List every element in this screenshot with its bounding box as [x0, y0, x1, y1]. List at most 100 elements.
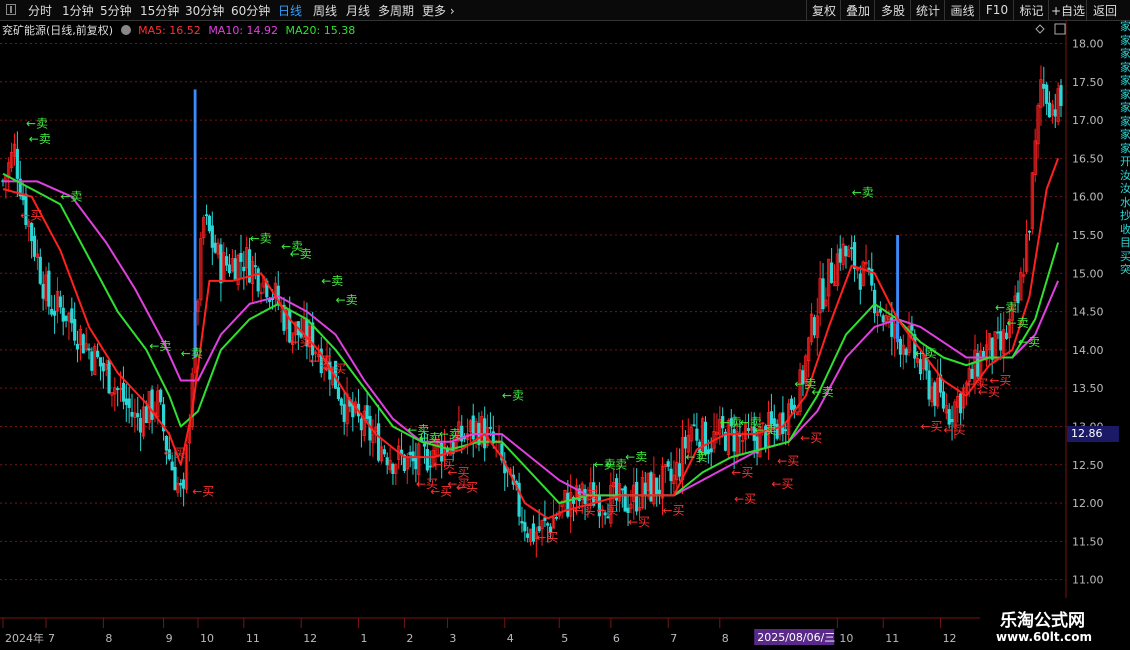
x-tick-label: 2024年	[5, 631, 44, 645]
candle-body	[732, 429, 736, 452]
candle-body	[852, 242, 857, 269]
candle-body	[53, 310, 57, 316]
toolbar-button-7[interactable]: +自选	[1048, 0, 1087, 20]
candle-body	[623, 486, 627, 512]
candle-body	[626, 507, 630, 514]
panel-toggle-icon[interactable]	[6, 4, 16, 15]
y-tick-label: 12.50	[1072, 459, 1104, 472]
candle-body	[336, 387, 341, 400]
candle-body	[990, 337, 994, 360]
y-tick-label: 13.50	[1072, 382, 1104, 395]
buy-signal-label: ←买	[447, 465, 469, 479]
candle-body	[182, 479, 186, 489]
strip-char: 目	[1120, 236, 1130, 249]
candle-body	[620, 488, 624, 491]
candle-body	[830, 262, 834, 284]
x-tick-label: 5	[561, 632, 568, 645]
strip-char: 家	[1120, 128, 1130, 141]
timeframe-tab-8[interactable]: 月线	[346, 2, 370, 19]
candle-body	[526, 533, 530, 538]
candle-body	[41, 284, 45, 299]
candle-body	[873, 289, 877, 314]
candle-body	[910, 324, 914, 331]
timeframe-tab-9[interactable]: 多周期	[378, 2, 414, 19]
candle-body	[655, 477, 659, 495]
brand-url: www.60lt.com	[996, 630, 1093, 644]
sell-signal-label: ←卖	[1007, 316, 1029, 330]
candle-body	[136, 413, 140, 418]
candle-body	[227, 264, 232, 274]
candle-body	[342, 404, 346, 422]
buy-signal-label: ←买	[777, 454, 799, 468]
candle-body	[150, 389, 154, 420]
candle-body	[996, 331, 1000, 334]
candle-body	[81, 334, 85, 354]
candle-body	[471, 415, 475, 440]
sell-signal-label: ←卖	[995, 301, 1017, 315]
buy-signal-label: ←买	[662, 504, 684, 518]
candle-body	[1053, 109, 1057, 117]
y-tick-label: 17.00	[1072, 114, 1104, 127]
timeframe-tab-7[interactable]: 周线	[313, 2, 337, 19]
candle-body	[981, 350, 986, 358]
date-badge: 2025/08/06/三	[757, 631, 835, 644]
toolbar-button-5[interactable]: F10	[979, 0, 1014, 20]
candle-body	[61, 307, 65, 322]
toolbar-button-3[interactable]: 统计	[910, 0, 945, 20]
candle-body	[1016, 292, 1020, 304]
candle-body	[159, 389, 163, 403]
candle-body	[359, 418, 364, 431]
x-tick-label: 3	[449, 632, 456, 645]
candle-body	[784, 429, 788, 432]
y-tick-label: 18.00	[1072, 37, 1104, 50]
buy-signal-label: ←买	[597, 504, 619, 518]
toolbar-button-4[interactable]: 画线	[944, 0, 980, 20]
timeframe-tab-4[interactable]: 30分钟	[185, 2, 224, 19]
sell-signal-label: ←卖	[149, 339, 171, 353]
brand-watermark: 乐淘公式网 www.60lt.com	[980, 598, 1130, 650]
timeframe-tab-0[interactable]: 分时	[28, 2, 52, 19]
candle-body	[488, 427, 493, 429]
kline-chart[interactable]: 18.00 17.50 17.00 16.50 16.00 15.50 15.00 14.50…	[0, 20, 1120, 650]
candle-body	[898, 338, 903, 355]
candle-body	[643, 482, 647, 495]
candle-body	[32, 235, 37, 257]
right-side-strip: 家家家家家家家家家家开汝汝水抄收目买突	[1120, 20, 1130, 598]
timeframe-tab-10[interactable]: 更多 ›	[422, 2, 455, 19]
strip-char: 抄	[1120, 209, 1130, 222]
sell-signal-label: ←卖	[502, 389, 524, 403]
candle-body	[669, 468, 673, 481]
sell-signal-label: ←卖	[26, 117, 48, 131]
candle-body	[657, 489, 662, 494]
candle-body	[867, 267, 871, 270]
candle-body	[90, 351, 94, 371]
x-tick-label: 10	[200, 632, 214, 645]
timeframe-tab-2[interactable]: 5分钟	[100, 2, 132, 19]
x-tick-label: 6	[613, 632, 620, 645]
toolbar-button-2[interactable]: 多股	[874, 0, 911, 20]
buy-signal-label: ←买	[734, 492, 756, 506]
candle-body	[233, 258, 237, 281]
candle-body	[75, 343, 80, 350]
x-tick-label: 10	[839, 632, 853, 645]
timeframe-tab-3[interactable]: 15分钟	[140, 2, 179, 19]
candle-body	[695, 428, 699, 441]
toolbar-button-1[interactable]: 叠加	[840, 0, 875, 20]
timeframe-tab-6[interactable]: 日线	[278, 2, 302, 19]
current-price-label: 12.86	[1067, 426, 1119, 442]
candle-body	[523, 522, 527, 532]
timeframe-tab-5[interactable]: 60分钟	[231, 2, 270, 19]
toolbar-button-6[interactable]: 标记	[1013, 0, 1049, 20]
buy-signal-label: ←买	[800, 431, 822, 445]
candle-body	[878, 308, 882, 313]
candle-body	[999, 331, 1003, 351]
spike-bar	[193, 89, 197, 358]
strip-char: 家	[1120, 20, 1130, 33]
toolbar-button-8[interactable]: 返回	[1086, 0, 1123, 20]
candle-body	[256, 268, 260, 292]
timeframe-tab-1[interactable]: 1分钟	[62, 2, 94, 19]
candle-body	[21, 194, 25, 201]
sell-signal-label: ←卖	[321, 274, 343, 288]
candle-body	[649, 472, 653, 502]
toolbar-button-0[interactable]: 复权	[806, 0, 841, 20]
